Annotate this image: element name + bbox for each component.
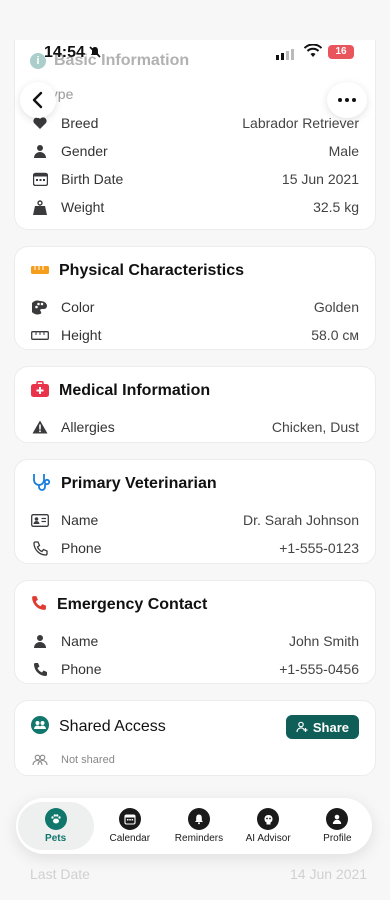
emergency-name-label: Name — [61, 633, 99, 649]
physical-title: Physical Characteristics — [59, 262, 244, 279]
weight-value: 32.5 kg — [313, 199, 359, 215]
shared-status: Not shared — [61, 754, 115, 766]
vet-phone-label: Phone — [61, 540, 102, 556]
vet-name-label: Name — [61, 512, 99, 528]
profile-icon — [326, 808, 349, 830]
phone-red-icon — [31, 595, 47, 616]
vet-phone-value[interactable]: +1-555-0123 — [279, 540, 359, 556]
emergency-phone-value[interactable]: +1-555-0456 — [279, 661, 359, 677]
shared-title-row: Shared Access Share — [15, 701, 375, 751]
weight-row: Weight 32.5 kg — [15, 193, 375, 221]
birth-date-label: Birth Date — [61, 171, 124, 187]
color-row: Color Golden — [15, 293, 375, 321]
vet-name-row: Name Dr. Sarah Johnson — [15, 506, 375, 534]
paw-icon — [44, 808, 67, 830]
shared-status-row: Not shared — [15, 751, 375, 769]
ghost-row-label: Last Date — [30, 866, 90, 882]
medical-title: Medical Information — [59, 382, 211, 399]
group-icon — [31, 715, 49, 739]
ruler-outline-icon — [31, 326, 49, 344]
tab-ai-advisor-label: AI Advisor — [245, 833, 291, 844]
add-person-icon — [296, 721, 308, 733]
bottom-tab-bar: Pets Calendar Reminders AI Advisor Profi… — [16, 798, 372, 854]
medical-information-card: Medical Information Allergies Chicken, D… — [14, 366, 376, 443]
emergency-title: Emergency Contact — [57, 596, 208, 613]
medical-title-row: Medical Information — [15, 367, 375, 413]
color-label: Color — [61, 299, 95, 315]
gender-label: Gender — [61, 143, 108, 159]
birth-date-row: Birth Date 15 Jun 2021 — [15, 165, 375, 193]
shared-title: Shared Access — [59, 718, 166, 735]
bell-icon — [187, 808, 210, 830]
emergency-contact-card: Emergency Contact Name John Smith Phone … — [14, 580, 376, 684]
tab-pets-label: Pets — [45, 833, 67, 844]
height-row: Height 58.0 см — [15, 321, 375, 349]
tab-pets[interactable]: Pets — [17, 802, 94, 850]
tab-profile[interactable]: Profile — [304, 808, 370, 844]
more-dots-icon — [338, 98, 356, 102]
palette-icon — [31, 298, 49, 316]
share-button-label: Share — [312, 719, 349, 735]
vet-title-row: Primary Veterinarian — [15, 460, 375, 506]
phone-icon — [31, 660, 49, 678]
status-bar: 14:54 16 — [0, 0, 390, 61]
height-value: 58.0 см — [311, 327, 359, 343]
ai-brain-icon — [257, 808, 280, 830]
breed-label: Breed — [61, 115, 99, 131]
gender-row: Gender Male — [15, 137, 375, 165]
tab-ai-advisor[interactable]: AI Advisor — [235, 808, 301, 844]
chevron-left-icon — [32, 91, 43, 109]
person-icon — [31, 632, 49, 650]
ruler-icon — [31, 262, 49, 280]
color-value: Golden — [313, 299, 359, 315]
people-outline-icon — [31, 751, 49, 769]
mute-bell-icon — [88, 45, 102, 62]
scrolled-row-ghost: Last Date 14 Jun 2021 — [30, 866, 367, 882]
breed-row: Breed Labrador Retriever — [15, 109, 375, 137]
ghost-row-value: 14 Jun 2021 — [290, 866, 368, 882]
status-time: 14:54 — [44, 44, 85, 61]
emergency-name-value: John Smith — [288, 633, 359, 649]
calendar-icon — [118, 808, 141, 830]
allergies-row: Allergies Chicken, Dust — [15, 413, 375, 441]
height-label: Height — [61, 327, 102, 343]
allergies-label: Allergies — [61, 419, 115, 435]
emergency-phone-label: Phone — [61, 661, 102, 677]
pet-profile-screen: 14:54 16 i Basic Information Type Breed … — [0, 0, 390, 900]
tab-reminders[interactable]: Reminders — [166, 808, 232, 844]
battery-indicator: 16 — [328, 45, 354, 59]
calendar-icon — [31, 170, 49, 188]
signal-icon — [276, 49, 294, 60]
warning-icon — [31, 418, 49, 436]
medical-kit-icon — [31, 380, 49, 402]
gender-value: Male — [328, 143, 359, 159]
id-card-icon — [31, 511, 49, 529]
stethoscope-icon — [31, 472, 51, 497]
emergency-title-row: Emergency Contact — [15, 581, 375, 627]
tab-calendar-label: Calendar — [109, 833, 151, 844]
back-button[interactable] — [20, 82, 56, 118]
person-icon — [31, 142, 49, 160]
more-options-button[interactable] — [327, 82, 367, 118]
shared-access-card: Shared Access Share Not shared — [14, 700, 376, 776]
vet-name-value: Dr. Sarah Johnson — [243, 512, 359, 528]
wifi-icon — [304, 44, 322, 57]
vet-phone-row: Phone +1-555-0123 — [15, 534, 375, 562]
vet-title: Primary Veterinarian — [61, 475, 217, 492]
emergency-phone-row: Phone +1-555-0456 — [15, 655, 375, 683]
allergies-value: Chicken, Dust — [271, 419, 359, 435]
primary-veterinarian-card: Primary Veterinarian Name Dr. Sarah John… — [14, 459, 376, 564]
tab-reminders-label: Reminders — [174, 833, 224, 844]
tab-calendar[interactable]: Calendar — [97, 808, 163, 844]
weight-icon — [31, 198, 49, 216]
weight-label: Weight — [61, 199, 105, 215]
birth-date-value: 15 Jun 2021 — [281, 171, 359, 187]
tab-profile-label: Profile — [323, 833, 352, 844]
physical-characteristics-card: Physical Characteristics Color Golden He… — [14, 246, 376, 350]
physical-title-row: Physical Characteristics — [15, 247, 375, 293]
phone-outline-icon — [31, 539, 49, 557]
emergency-name-row: Name John Smith — [15, 627, 375, 655]
share-button[interactable]: Share — [285, 715, 359, 739]
